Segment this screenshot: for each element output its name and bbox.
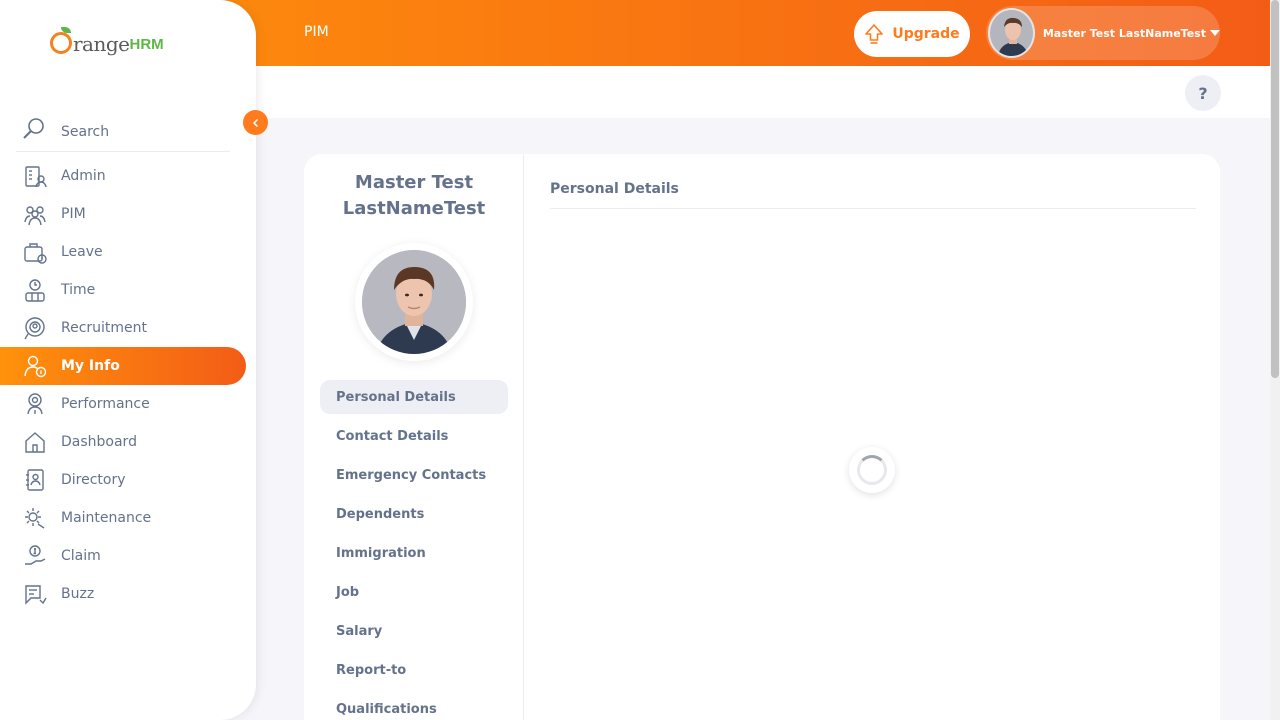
sub-header — [256, 66, 1270, 118]
my-info-icon — [22, 353, 48, 379]
orangehrm-logo[interactable]: range HRM — [50, 27, 164, 56]
employee-photo-frame[interactable] — [355, 243, 473, 361]
upgrade-button[interactable]: Upgrade — [854, 11, 970, 57]
upgrade-label: Upgrade — [892, 26, 960, 42]
sidebar-item-label: Recruitment — [61, 320, 148, 336]
scrollbar-thumb[interactable] — [1271, 0, 1279, 378]
admin-icon — [22, 163, 48, 189]
main-menu: Admin PIM Leave Time Recruitment My Info Perfo… — [0, 157, 256, 613]
pim-icon — [22, 201, 48, 227]
caret-down-icon — [1210, 30, 1220, 36]
loading-spinner — [849, 447, 895, 493]
sidebar-search[interactable]: Search — [16, 106, 230, 152]
upgrade-arrow-icon — [865, 24, 884, 44]
sidebar-item-leave[interactable]: Leave — [0, 233, 246, 271]
sidebar: range HRM Search Admin PIM Leave Time Recrui… — [0, 0, 256, 720]
tab-report-to[interactable]: Report-to — [320, 653, 508, 687]
performance-icon — [22, 391, 48, 417]
sidebar-item-label: PIM — [61, 206, 86, 222]
claim-icon — [22, 543, 48, 569]
section-title: Personal Details — [550, 181, 679, 197]
recruitment-icon — [22, 315, 48, 341]
directory-icon — [22, 467, 48, 493]
help-button[interactable]: ? — [1185, 75, 1221, 111]
employee-name: Master Test LastNameTest — [304, 170, 524, 222]
logo-text-hrm: HRM — [129, 36, 164, 53]
employee-photo[interactable] — [362, 250, 466, 354]
logo-text-range: range — [73, 32, 130, 56]
sidebar-item-claim[interactable]: Claim — [0, 537, 246, 575]
tab-immigration[interactable]: Immigration — [320, 536, 508, 570]
tab-salary[interactable]: Salary — [320, 614, 508, 648]
buzz-icon — [22, 581, 48, 607]
section-divider — [550, 208, 1196, 209]
user-dropdown[interactable]: Master Test LastNameTest — [986, 6, 1220, 60]
sidebar-item-performance[interactable]: Performance — [0, 385, 246, 423]
search-label: Search — [61, 123, 110, 140]
sidebar-item-label: Performance — [61, 396, 150, 412]
leave-icon — [22, 239, 48, 265]
tab-contact-details[interactable]: Contact Details — [320, 419, 508, 453]
tab-emergency-contacts[interactable]: Emergency Contacts — [320, 458, 508, 492]
maintenance-icon — [22, 505, 48, 531]
sidebar-item-directory[interactable]: Directory — [0, 461, 246, 499]
dashboard-icon — [22, 429, 48, 455]
sidebar-item-label: Leave — [61, 244, 103, 260]
profile-column: Master Test LastNameTest Personal Detail… — [304, 154, 524, 720]
sidebar-item-recruitment[interactable]: Recruitment — [0, 309, 246, 347]
sidebar-item-maintenance[interactable]: Maintenance — [0, 499, 246, 537]
sidebar-item-label: Directory — [61, 472, 126, 488]
sidebar-item-my-info[interactable]: My Info — [0, 347, 246, 385]
chevron-left-icon — [252, 118, 258, 127]
employee-name-line1: Master Test — [354, 172, 474, 193]
user-name: Master Test LastNameTest — [1042, 26, 1206, 40]
tab-job[interactable]: Job — [320, 575, 508, 609]
tab-dependents[interactable]: Dependents — [320, 497, 508, 531]
orange-logo-icon — [50, 27, 72, 54]
employee-name-line2: LastNameTest — [342, 198, 486, 219]
sidebar-item-label: Buzz — [61, 586, 95, 602]
tab-qualifications[interactable]: Qualifications — [320, 692, 508, 720]
search-icon — [23, 117, 44, 139]
sidebar-item-buzz[interactable]: Buzz — [0, 575, 246, 613]
spinner-icon — [857, 455, 887, 485]
sidebar-item-label: Maintenance — [61, 510, 152, 526]
sidebar-item-admin[interactable]: Admin — [0, 157, 246, 195]
sidebar-item-dashboard[interactable]: Dashboard — [0, 423, 246, 461]
sidebar-item-label: Claim — [61, 548, 101, 564]
module-title: PIM — [304, 24, 329, 40]
sidebar-item-label: Admin — [61, 168, 106, 184]
sidebar-item-time[interactable]: Time — [0, 271, 246, 309]
sidebar-item-label: Time — [61, 282, 96, 298]
sidebar-item-pim[interactable]: PIM — [0, 195, 246, 233]
sidebar-collapse-button[interactable] — [243, 110, 268, 135]
sidebar-item-label: Dashboard — [61, 434, 137, 450]
sidebar-item-label: My Info — [61, 358, 120, 374]
tab-personal-details[interactable]: Personal Details — [320, 380, 508, 414]
time-icon — [22, 277, 48, 303]
profile-tabs: Personal Details Contact Details Emergency… — [320, 380, 508, 720]
employee-card: Master Test LastNameTest Personal Detail… — [304, 154, 1220, 720]
user-avatar — [988, 8, 1035, 58]
